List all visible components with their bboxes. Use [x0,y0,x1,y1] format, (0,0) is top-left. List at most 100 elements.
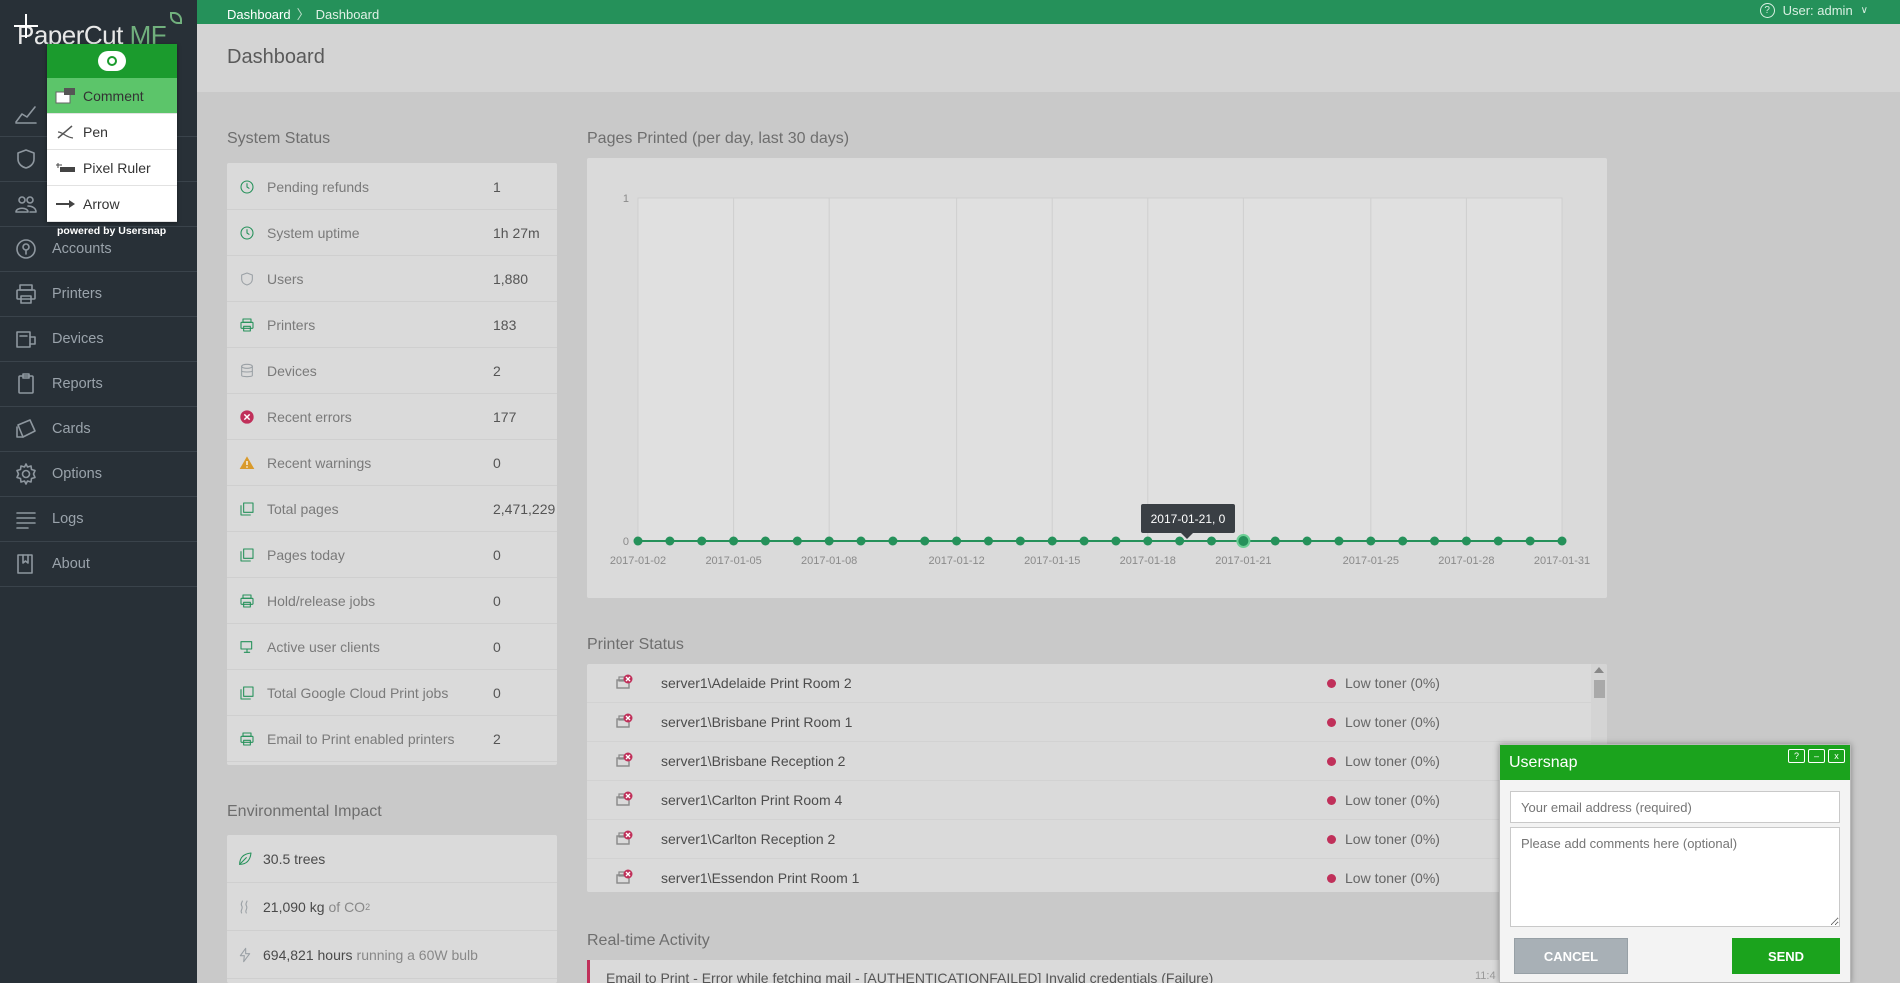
page-header: Dashboard [197,24,1900,92]
close-button[interactable]: x [1828,749,1845,763]
tool-pixel-ruler[interactable]: Pixel Ruler [47,150,177,186]
tool-comment[interactable]: Comment [47,78,177,114]
usersnap-feedback-dialog: Usersnap ? – x CANCEL SEND [1499,744,1851,983]
steam-icon [227,899,263,915]
status-dot-icon [1327,756,1336,766]
printer-name: server1\Brisbane Print Room 1 [661,714,853,730]
environmental-suffix: of CO [328,898,366,915]
sidebar-item-cards[interactable]: Cards [0,407,197,452]
tool-list: Comment Pen Pixel Ruler Arrow [47,78,177,222]
printer-icon [227,731,267,747]
activity-time: 11:4 [1475,970,1496,982]
printer-status-text: Low toner (0%) [1345,714,1440,730]
data-point [1047,536,1057,546]
x-tick-label: 2017-01-08 [801,555,857,567]
data-point [952,536,962,546]
environmental-row: 694,821 hours running a 60W bulb [227,931,557,979]
data-point [760,536,770,546]
environmental-row: 21,090 kg of CO 2 [227,883,557,931]
pages-printed-chart: 2017-01-02 2017-01-05 2017-01-08 2017-01-12… [587,158,1607,598]
sidebar-item-label: Options [52,466,102,482]
top-bar: Dashboard 〉 Dashboard ? User: admin ∨ [197,0,1900,24]
sidebar-item-label: Logs [52,511,84,527]
x-tick-label: 2017-01-05 [705,555,761,567]
printer-name: server1\Carlton Print Room 4 [661,792,843,808]
data-point [1207,536,1217,546]
tool-label: Pixel Ruler [83,159,151,176]
scrollbar-thumb[interactable] [1594,680,1605,698]
pages-icon [227,547,267,563]
printer-name: server1\Essendon Print Room 1 [661,870,860,886]
tool-label: Arrow [83,195,120,212]
help-button[interactable]: ? [1788,749,1805,763]
data-point [1236,534,1251,548]
help-icon[interactable]: ? [1759,3,1775,18]
tool-label: Pen [83,123,108,140]
activity-entry[interactable]: Email to Print - Error while fetching ma… [587,960,1507,983]
sidebar-item-reports[interactable]: Reports [0,362,197,407]
sidebar-item-devices[interactable]: Devices [0,317,197,362]
cancel-button[interactable]: CANCEL [1514,938,1628,974]
printer-name: server1\Brisbane Reception 2 [661,753,846,769]
data-point [1461,536,1471,546]
printer-status-text: Low toner (0%) [1345,792,1440,808]
printer-icon [0,282,52,306]
email-field[interactable] [1510,791,1840,823]
data-point [1398,536,1408,546]
comment-icon [55,87,79,105]
printer-row[interactable]: server1\Adelaide Print Room 2 Low toner … [587,664,1607,703]
breadcrumb-item-root[interactable]: Dashboard [227,7,291,22]
accounts-icon [0,237,52,261]
bolt-icon [227,947,263,963]
sidebar-item-label: Printers [52,286,102,302]
data-point [633,536,643,546]
printer-status-text: Low toner (0%) [1345,870,1440,886]
status-row: System uptime 1h 27m [227,210,557,256]
status-dot-icon [1327,795,1336,805]
status-value: 183 [493,316,517,333]
pages-icon [227,685,267,701]
error-icon [227,409,267,425]
printer-row[interactable]: server1\Carlton Print Room 4 Low toner (… [587,781,1607,820]
sidebar-item-options[interactable]: Options [0,452,197,497]
data-point [665,536,675,546]
usersnap-tool-menu: Comment Pen Pixel Ruler Arrow [47,44,177,222]
scroll-up-icon[interactable] [1594,667,1604,673]
sidebar-item-printers[interactable]: Printers [0,272,197,317]
status-dot-icon [1327,717,1336,727]
send-button[interactable]: SEND [1732,938,1840,974]
status-label: Users [267,270,304,287]
usersnap-dialog-header: Usersnap ? – x [1500,745,1850,780]
comment-field[interactable] [1510,827,1840,927]
dialog-controls: ? – x [1788,749,1845,763]
status-value: 177 [493,408,517,425]
minimize-button[interactable]: – [1808,749,1825,763]
environmental-value: 30.5 trees [263,850,326,867]
status-row: Pages today 0 [227,532,557,578]
sidebar-item-logs[interactable]: Logs [0,497,197,542]
tool-pen[interactable]: Pen [47,114,177,150]
status-label: Pending refunds [267,178,369,195]
list-icon [0,507,52,531]
printer-row[interactable]: server1\Brisbane Print Room 1 Low toner … [587,703,1607,742]
page-title: Dashboard [227,46,325,68]
ruler-icon [55,159,79,177]
powered-by-usersnap[interactable]: powered by Usersnap [57,225,166,237]
printer-row[interactable]: server1\Carlton Reception 2 Low toner (0… [587,820,1607,859]
printer-row[interactable]: server1\Brisbane Reception 2 Low toner (… [587,742,1607,781]
user-menu[interactable]: ? User: admin ∨ [1759,3,1868,18]
status-label: Devices [267,362,317,379]
status-value: 1 [493,178,501,195]
data-point [1143,536,1153,546]
data-point [1366,536,1376,546]
sidebar-item-label: About [52,556,90,572]
x-tick-label: 2017-01-12 [928,555,984,567]
sidebar-item-about[interactable]: About [0,542,197,587]
arrow-icon [55,195,79,213]
printer-row[interactable]: server1\Essendon Print Room 1 Low toner … [587,859,1607,892]
data-point [1015,536,1025,546]
status-row: Printers 183 [227,302,557,348]
status-row: Total pages 2,471,229 [227,486,557,532]
tool-arrow[interactable]: Arrow [47,186,177,222]
usersnap-header[interactable] [47,44,177,78]
